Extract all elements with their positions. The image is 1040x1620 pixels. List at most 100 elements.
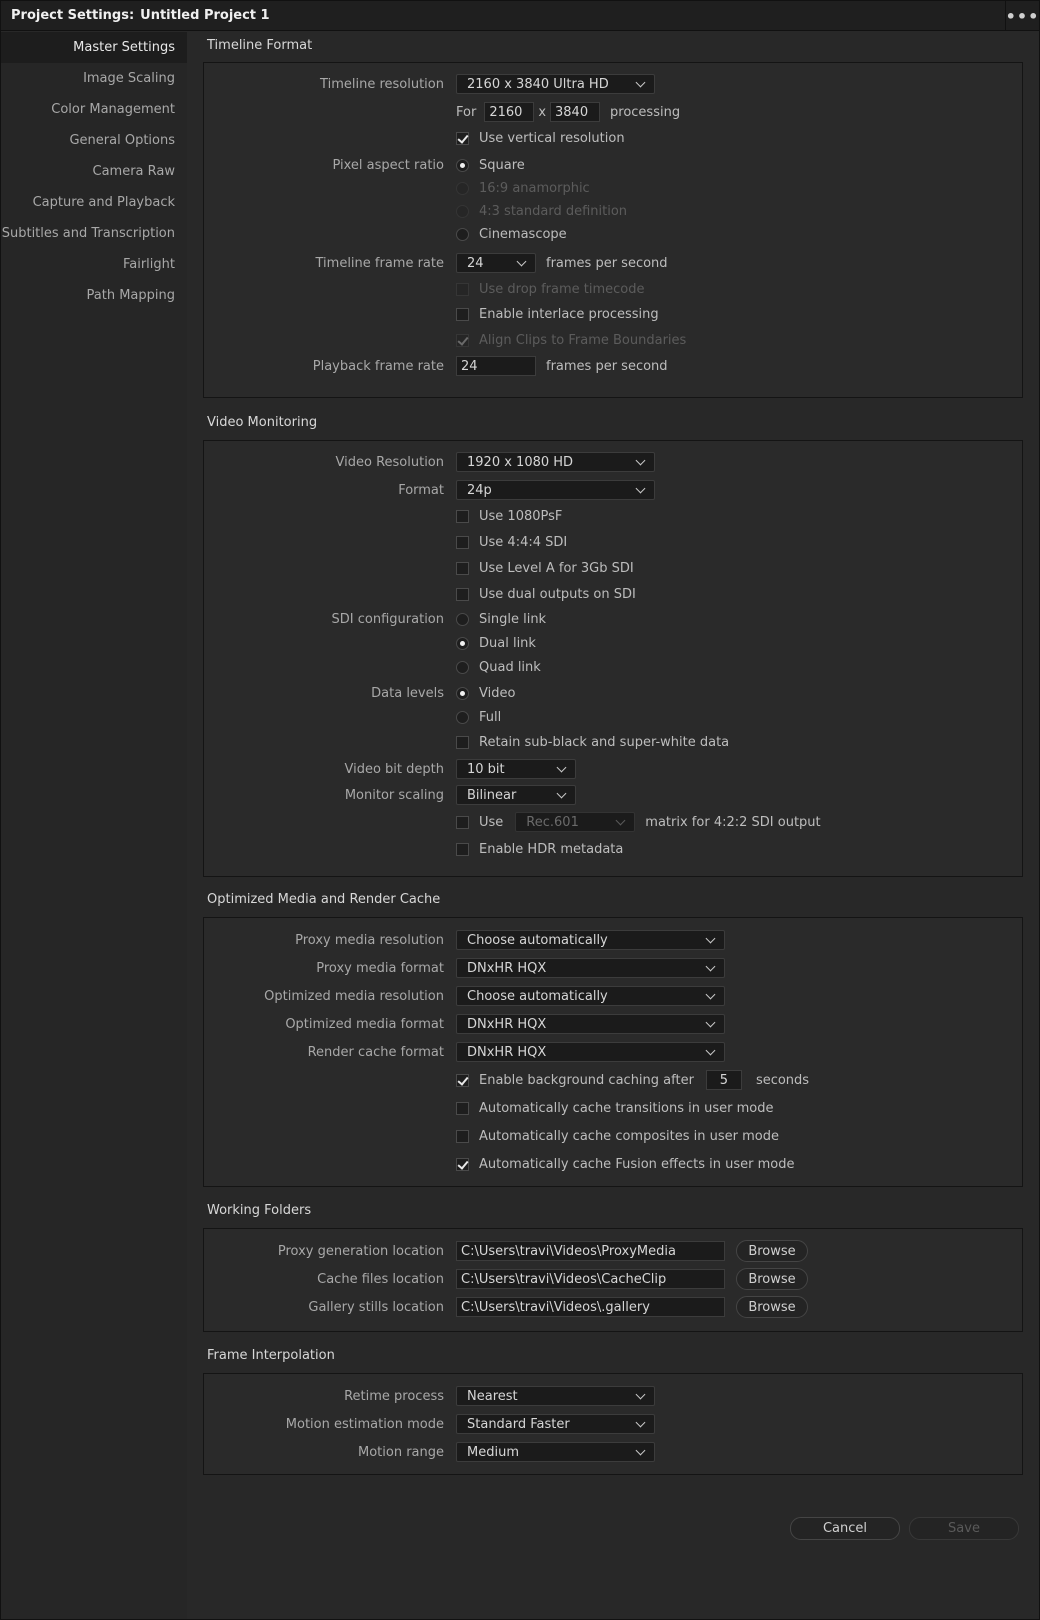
quad-link-radio[interactable] <box>456 660 469 674</box>
motion-range-label: Motion range <box>357 1444 444 1460</box>
timeline-frame-rate-dropdown[interactable]: 24 <box>456 253 536 273</box>
sidebar-item-capture-playback[interactable]: Capture and Playback <box>1 187 187 218</box>
video-resolution-label: Video Resolution <box>335 454 444 470</box>
settings-content: Timeline Format Timeline resolution 2160… <box>187 32 1039 1619</box>
data-levels-full-radio[interactable] <box>456 710 469 724</box>
playback-frame-rate-input[interactable]: 24 <box>456 356 536 376</box>
optimized-media-panel: Proxy media resolution Choose automatica… <box>203 917 1023 1187</box>
par-cinemascope-label: Cinemascope <box>479 226 567 242</box>
proxy-fmt-dropdown[interactable]: DNxHR HQX <box>456 958 725 978</box>
par-square-label: Square <box>479 157 525 173</box>
gallery-browse-button[interactable]: Browse <box>736 1296 808 1318</box>
monitor-scaling-dropdown[interactable]: Bilinear <box>456 785 576 805</box>
sidebar-item-color-management[interactable]: Color Management <box>1 94 187 125</box>
opt-res-dropdown[interactable]: Choose automatically <box>456 986 725 1006</box>
cache-browse-button[interactable]: Browse <box>736 1268 808 1290</box>
bg-caching-checkbox[interactable] <box>456 1073 469 1087</box>
level-a-checkbox[interactable] <box>456 561 469 575</box>
section-title-video-monitoring: Video Monitoring <box>207 415 318 430</box>
gallery-location-input[interactable]: C:\Users\travi\Videos\.gallery <box>456 1297 725 1317</box>
dual-outputs-checkbox[interactable] <box>456 587 469 601</box>
timeline-resolution-dropdown[interactable]: 2160 x 3840 Ultra HD <box>456 74 655 94</box>
proxy-browse-button[interactable]: Browse <box>736 1240 808 1262</box>
project-settings-window: Project Settings: Untitled Project 1 •••… <box>0 0 1040 1620</box>
chevron-down-icon <box>635 77 646 88</box>
cache-fusion-checkbox[interactable] <box>456 1157 469 1171</box>
data-levels-full-label: Full <box>479 709 502 725</box>
retain-subblack-checkbox[interactable] <box>456 735 469 749</box>
dual-link-radio[interactable] <box>456 636 469 650</box>
par-sd-label: 4:3 standard definition <box>479 203 628 219</box>
drop-frame-label: Use drop frame timecode <box>479 281 645 297</box>
chevron-down-icon <box>635 483 646 494</box>
data-levels-video-radio[interactable] <box>456 686 469 700</box>
motion-estimation-dropdown[interactable]: Standard Faster <box>456 1414 655 1434</box>
opt-fmt-dropdown[interactable]: DNxHR HQX <box>456 1014 725 1034</box>
sidebar-item-camera-raw[interactable]: Camera Raw <box>1 156 187 187</box>
sidebar-item-subtitles[interactable]: Subtitles and Transcription <box>1 218 187 249</box>
timeline-resolution-label: Timeline resolution <box>320 76 444 92</box>
sidebar-item-fairlight[interactable]: Fairlight <box>1 249 187 280</box>
matrix-suffix-label: matrix for 4:2:2 SDI output <box>645 814 821 830</box>
more-options-icon[interactable]: ••• <box>1005 1 1039 31</box>
timeline-frame-rate-value: 24 <box>467 255 484 271</box>
chevron-down-icon <box>556 788 567 799</box>
align-clips-checkbox[interactable] <box>456 333 469 347</box>
par-sd-radio[interactable] <box>456 204 469 218</box>
proxy-fmt-value: DNxHR HQX <box>467 960 547 976</box>
cache-transitions-checkbox[interactable] <box>456 1101 469 1115</box>
by-label: x <box>538 104 547 120</box>
chevron-down-icon <box>516 256 527 267</box>
format-dropdown[interactable]: 24p <box>456 480 655 500</box>
timeline-resolution-value: 2160 x 3840 Ultra HD <box>467 76 609 92</box>
use-vertical-resolution-checkbox[interactable] <box>456 131 469 145</box>
timeline-format-panel: Timeline resolution 2160 x 3840 Ultra HD… <box>203 62 1023 398</box>
timeline-height-input[interactable]: 3840 <box>550 102 601 122</box>
single-link-label: Single link <box>479 611 547 627</box>
use-matrix-label: Use <box>479 814 504 830</box>
cache-location-input[interactable]: C:\Users\travi\Videos\CacheClip <box>456 1269 725 1289</box>
proxy-res-value: Choose automatically <box>467 932 608 948</box>
chevron-down-icon <box>615 815 626 826</box>
motion-range-dropdown[interactable]: Medium <box>456 1442 655 1462</box>
processing-label: processing <box>610 104 681 120</box>
chevron-down-icon <box>705 1045 716 1056</box>
par-square-radio[interactable] <box>456 158 469 172</box>
use-444-sdi-checkbox[interactable] <box>456 535 469 549</box>
proxy-location-label: Proxy generation location <box>277 1243 444 1259</box>
drop-frame-checkbox[interactable] <box>456 282 469 296</box>
monitor-scaling-label: Monitor scaling <box>344 787 444 803</box>
section-title-frame-interpolation: Frame Interpolation <box>207 1348 335 1363</box>
video-resolution-dropdown[interactable]: 1920 x 1080 HD <box>456 452 655 472</box>
use-matrix-checkbox[interactable] <box>456 815 469 829</box>
bg-caching-seconds-input[interactable]: 5 <box>705 1070 742 1090</box>
cache-composites-checkbox[interactable] <box>456 1129 469 1143</box>
proxy-location-input[interactable]: C:\Users\travi\Videos\ProxyMedia <box>456 1241 725 1261</box>
matrix-dropdown[interactable]: Rec.601 <box>515 812 636 832</box>
timeline-width-input[interactable]: 2160 <box>484 102 535 122</box>
chevron-down-icon <box>705 1017 716 1028</box>
par-anamorphic-radio[interactable] <box>456 181 469 195</box>
video-bit-depth-dropdown[interactable]: 10 bit <box>456 759 576 779</box>
quad-link-label: Quad link <box>479 659 541 675</box>
proxy-res-dropdown[interactable]: Choose automatically <box>456 930 725 950</box>
sidebar-item-image-scaling[interactable]: Image Scaling <box>1 63 187 94</box>
interlace-checkbox[interactable] <box>456 307 469 321</box>
dual-outputs-label: Use dual outputs on SDI <box>479 586 636 602</box>
cancel-button[interactable]: Cancel <box>790 1517 900 1540</box>
seconds-label: seconds <box>755 1072 810 1088</box>
video-bit-depth-label: Video bit depth <box>344 761 445 777</box>
sidebar-item-path-mapping[interactable]: Path Mapping <box>1 280 187 311</box>
single-link-radio[interactable] <box>456 612 469 626</box>
hdr-metadata-checkbox[interactable] <box>456 842 469 856</box>
retime-process-dropdown[interactable]: Nearest <box>456 1386 655 1406</box>
data-levels-video-label: Video <box>479 685 516 701</box>
par-cinemascope-radio[interactable] <box>456 227 469 241</box>
render-cache-dropdown[interactable]: DNxHR HQX <box>456 1042 725 1062</box>
save-button[interactable]: Save <box>909 1517 1019 1540</box>
retime-process-value: Nearest <box>467 1388 518 1404</box>
sidebar-item-general-options[interactable]: General Options <box>1 125 187 156</box>
use-psf-checkbox[interactable] <box>456 509 469 523</box>
sidebar-item-master-settings[interactable]: Master Settings <box>1 32 187 63</box>
video-resolution-value: 1920 x 1080 HD <box>467 454 574 470</box>
